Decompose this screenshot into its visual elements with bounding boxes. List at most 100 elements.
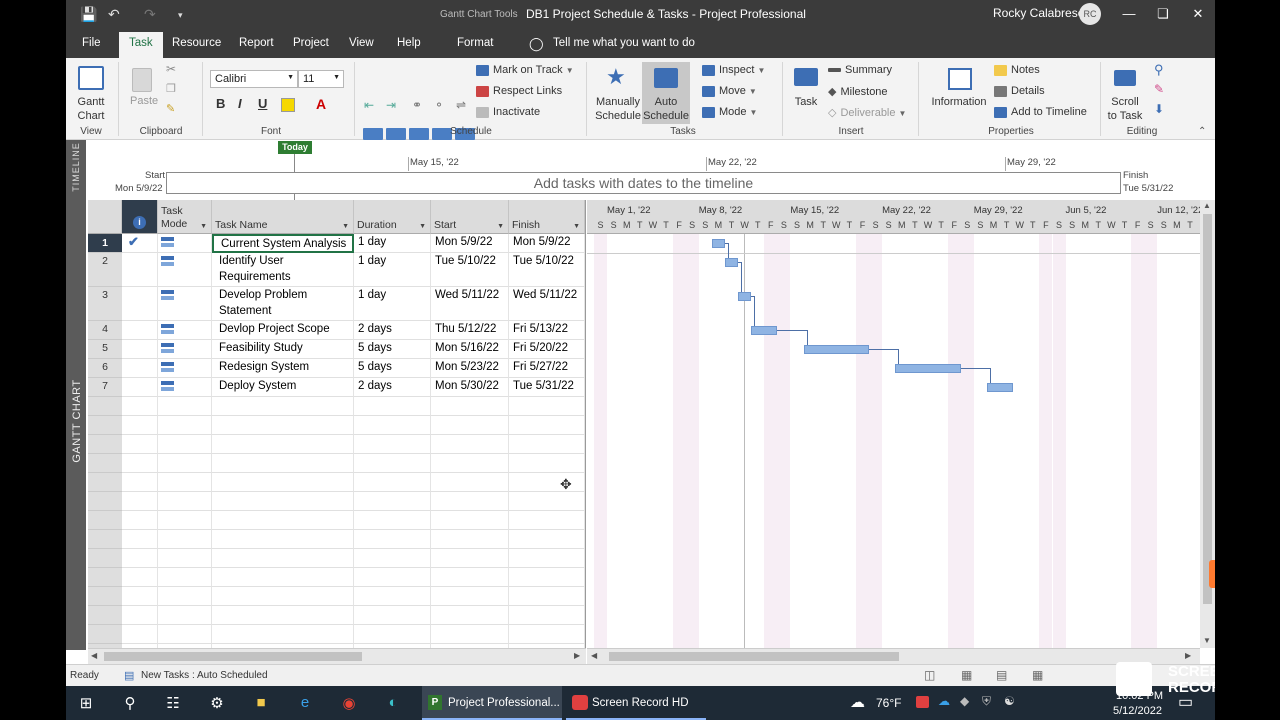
column-task-name[interactable]: Task Name ▼ bbox=[212, 200, 354, 234]
empty-cell[interactable] bbox=[354, 454, 431, 473]
task-name-cell[interactable]: Feasibility Study bbox=[212, 340, 354, 359]
empty-cell[interactable] bbox=[354, 397, 431, 416]
empty-cell[interactable] bbox=[354, 549, 431, 568]
empty-cell[interactable] bbox=[212, 511, 354, 530]
row-number[interactable]: 2 bbox=[88, 253, 122, 287]
chart-horizontal-scrollbar[interactable]: ◀ ▶ bbox=[587, 648, 1200, 664]
manually-schedule-button[interactable]: Manually Schedule bbox=[594, 95, 642, 123]
empty-cell[interactable] bbox=[509, 435, 585, 454]
row-number[interactable]: 3 bbox=[88, 287, 122, 321]
task-mode-cell[interactable] bbox=[158, 287, 212, 321]
tab-file[interactable]: File bbox=[82, 37, 101, 49]
empty-cell[interactable] bbox=[354, 587, 431, 606]
deliverable-button[interactable]: ◇ Deliverable ▼ bbox=[828, 106, 906, 119]
task-mode-cell[interactable] bbox=[158, 234, 212, 253]
empty-cell[interactable] bbox=[509, 473, 585, 492]
outdent-icon[interactable]: ⇤ bbox=[364, 98, 374, 112]
tray-network-icon[interactable]: ☯ bbox=[1004, 694, 1015, 708]
empty-cell[interactable] bbox=[354, 416, 431, 435]
empty-cell[interactable] bbox=[158, 549, 212, 568]
font-size-select[interactable]: 11 ▼ bbox=[298, 70, 344, 88]
paste-button[interactable]: Paste bbox=[130, 95, 158, 107]
bold-button[interactable]: B bbox=[216, 96, 225, 111]
empty-cell[interactable] bbox=[431, 530, 509, 549]
fill-icon[interactable]: ⬇ bbox=[1154, 102, 1164, 116]
empty-cell[interactable] bbox=[158, 587, 212, 606]
gantt-bar[interactable] bbox=[803, 345, 870, 354]
taskbar-project-app[interactable]: P Project Professional... bbox=[422, 686, 562, 720]
empty-cell[interactable] bbox=[509, 568, 585, 587]
insert-task-button[interactable]: Task bbox=[788, 95, 824, 109]
gantt-bar[interactable] bbox=[987, 383, 1014, 392]
chrome-icon[interactable]: ◉ bbox=[335, 694, 363, 712]
empty-cell[interactable] bbox=[431, 568, 509, 587]
tab-project[interactable]: Project bbox=[293, 37, 329, 49]
empty-cell[interactable] bbox=[212, 625, 354, 644]
empty-cell[interactable] bbox=[122, 416, 158, 435]
find-icon[interactable]: ⚲ bbox=[1154, 62, 1164, 78]
finish-cell[interactable]: Mon 5/9/22 bbox=[509, 234, 585, 253]
empty-cell[interactable] bbox=[122, 511, 158, 530]
chart-scroll-thumb[interactable] bbox=[609, 652, 899, 661]
auto-schedule-button[interactable]: Auto Schedule bbox=[642, 62, 690, 124]
gantt-chart-button[interactable]: Gantt Chart bbox=[74, 95, 108, 123]
task-mode-cell[interactable] bbox=[158, 359, 212, 378]
empty-cell[interactable] bbox=[122, 397, 158, 416]
underline-button[interactable]: U bbox=[258, 96, 267, 111]
empty-cell[interactable] bbox=[122, 606, 158, 625]
empty-cell[interactable] bbox=[354, 473, 431, 492]
empty-cell[interactable] bbox=[158, 397, 212, 416]
empty-cell[interactable] bbox=[431, 454, 509, 473]
settings-icon[interactable]: ⚙ bbox=[203, 694, 231, 712]
row-number[interactable]: 6 bbox=[88, 359, 122, 378]
empty-cell[interactable] bbox=[354, 568, 431, 587]
onedrive-icon[interactable]: ☁ bbox=[938, 694, 950, 708]
split-task-icon[interactable]: ⇌ bbox=[456, 98, 466, 112]
empty-cell[interactable] bbox=[212, 416, 354, 435]
start-cell[interactable]: Mon 5/9/22 bbox=[431, 234, 509, 253]
pct-50-icon[interactable] bbox=[409, 128, 429, 140]
task-mode-cell[interactable] bbox=[158, 321, 212, 340]
row-number[interactable]: 5 bbox=[88, 340, 122, 359]
internet-explorer-icon[interactable]: e bbox=[291, 694, 319, 711]
file-explorer-icon[interactable]: ■ bbox=[247, 694, 275, 711]
restore-icon[interactable]: ❏ bbox=[1153, 6, 1173, 22]
sheet-horizontal-scrollbar[interactable]: ◀ ▶ bbox=[88, 648, 586, 664]
empty-cell[interactable] bbox=[212, 397, 354, 416]
start-cell[interactable]: Mon 5/23/22 bbox=[431, 359, 509, 378]
user-name[interactable]: Rocky Calabrese bbox=[993, 6, 1084, 20]
gantt-bar[interactable] bbox=[725, 258, 739, 267]
indicators-header[interactable]: i bbox=[122, 200, 158, 234]
empty-cell[interactable] bbox=[122, 473, 158, 492]
duration-cell[interactable]: 5 days bbox=[354, 340, 431, 359]
task-name-cell[interactable]: Current System Analysis bbox=[212, 234, 354, 253]
empty-cell[interactable] bbox=[431, 549, 509, 568]
duration-cell[interactable]: 2 days bbox=[354, 378, 431, 397]
start-cell[interactable]: Tue 5/10/22 bbox=[431, 253, 509, 287]
side-tab[interactable] bbox=[1209, 560, 1215, 588]
details-button[interactable]: Details bbox=[994, 85, 1045, 97]
redo-icon[interactable]: ↷ bbox=[144, 6, 156, 23]
empty-cell[interactable] bbox=[509, 606, 585, 625]
copy-icon[interactable]: ❐ bbox=[166, 82, 176, 95]
empty-cell[interactable] bbox=[431, 397, 509, 416]
team-planner-icon[interactable]: ▤ bbox=[996, 668, 1007, 682]
pct-0-icon[interactable] bbox=[363, 128, 383, 140]
tray-recorder-icon[interactable] bbox=[916, 696, 929, 708]
vertical-scroll-thumb[interactable] bbox=[1203, 214, 1212, 604]
undo-icon[interactable]: ↶ bbox=[108, 6, 120, 23]
gantt-view-icon[interactable]: ◫ bbox=[924, 668, 935, 682]
empty-cell[interactable] bbox=[158, 625, 212, 644]
finish-cell[interactable]: Fri 5/13/22 bbox=[509, 321, 585, 340]
start-cell[interactable]: Wed 5/11/22 bbox=[431, 287, 509, 321]
row-number[interactable]: 7 bbox=[88, 378, 122, 397]
format-painter-icon[interactable]: ✎ bbox=[166, 102, 175, 115]
empty-cell[interactable] bbox=[158, 511, 212, 530]
add-to-timeline-button[interactable]: Add to Timeline bbox=[994, 106, 1087, 118]
indent-icon[interactable]: ⇥ bbox=[386, 98, 396, 112]
inspect-button[interactable]: Inspect ▼ bbox=[702, 64, 765, 76]
resource-sheet-icon[interactable]: ▦ bbox=[1032, 668, 1043, 682]
collapse-ribbon-icon[interactable]: ⌃ bbox=[1198, 126, 1206, 137]
task-name-cell[interactable]: Identify User Requirements bbox=[212, 253, 354, 287]
start-cell[interactable]: Mon 5/30/22 bbox=[431, 378, 509, 397]
